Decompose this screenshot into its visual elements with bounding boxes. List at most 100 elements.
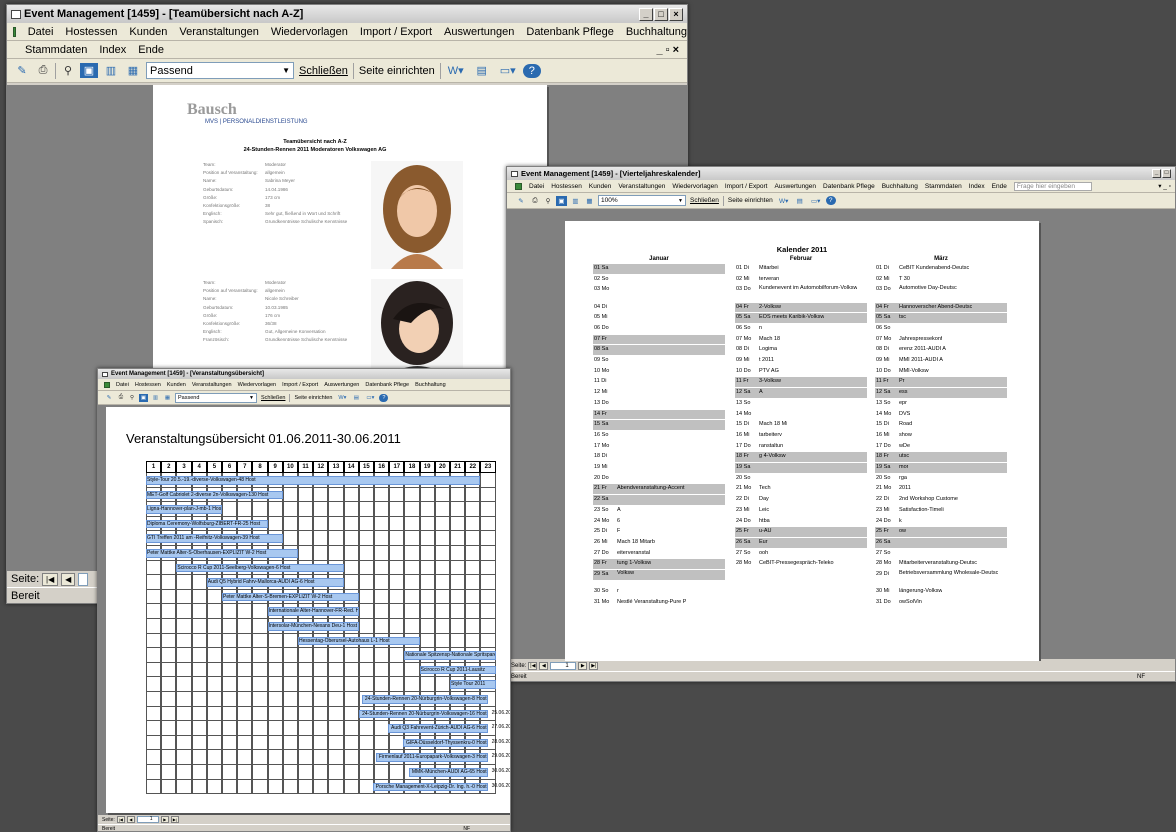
close-preview-button[interactable]: Schließen xyxy=(298,64,349,78)
menu-hostessen[interactable]: Hostessen xyxy=(551,183,582,190)
zoom-icon[interactable]: ⚲ xyxy=(60,63,76,78)
event-bar[interactable]: Internationale Alter-Hannover-FR-Red. Hi… xyxy=(267,607,359,616)
event-bar[interactable]: 24-Stunden-Rennen 20-Nürburgrin-Volkswag… xyxy=(361,695,488,704)
event-bar[interactable]: Nationale Spitzensp-Nationale Spritspare… xyxy=(404,651,496,660)
page-number-input[interactable]: 1 xyxy=(550,662,577,670)
first-page-button[interactable]: |◀ xyxy=(42,572,59,586)
event-bar[interactable]: Peter Mattke Alter-S-Oberhausen-EXPLIZIT… xyxy=(146,549,298,558)
next-page-button[interactable]: ▶ xyxy=(160,816,169,823)
menu-hostessen[interactable]: Hostessen xyxy=(135,382,161,388)
menu-hostessen[interactable]: Hostessen xyxy=(65,26,117,38)
menu-datenbank-pflege[interactable]: Datenbank Pflege xyxy=(365,382,409,388)
maximize-button[interactable]: □ xyxy=(1162,169,1171,178)
event-bar[interactable]: Style-Tour 20.5.-19.-diverse-Volkswagen-… xyxy=(146,476,481,485)
close-preview-button[interactable]: Schließen xyxy=(689,196,720,205)
menu-index[interactable]: Index xyxy=(969,183,985,190)
titlebar[interactable]: Event Management [1459] - [Vierteljahres… xyxy=(507,167,1175,180)
view-icon[interactable]: ✎ xyxy=(104,394,114,402)
menu-buchhaltung[interactable]: Buchhaltung xyxy=(626,26,687,38)
titlebar[interactable]: Event Management [1459] - [Veranstaltung… xyxy=(98,369,510,379)
word-export-icon[interactable]: W▾ xyxy=(336,394,348,402)
menu-veranstaltungen[interactable]: Veranstaltungen xyxy=(192,382,232,388)
two-pages-icon[interactable]: ▥ xyxy=(151,394,160,402)
menu-veranstaltungen[interactable]: Veranstaltungen xyxy=(179,26,259,38)
zoom-select[interactable]: Passend ▼ xyxy=(146,62,294,79)
menu-wiedervorlagen[interactable]: Wiedervorlagen xyxy=(672,183,718,190)
close-preview-button[interactable]: Schließen xyxy=(260,394,286,402)
event-bar[interactable]: Firmenlauf 2011-Europapark-Volkswagen-3 … xyxy=(375,753,488,762)
zoom-icon[interactable]: ⚲ xyxy=(128,394,136,402)
view-icon[interactable]: ✎ xyxy=(13,63,31,78)
menu-ende[interactable]: Ende xyxy=(138,44,164,56)
app-menu-icon[interactable] xyxy=(104,381,110,388)
event-bar[interactable]: Ligna-Hannover-plan-J-mb-1 Host xyxy=(146,505,222,514)
menu-import-export[interactable]: Import / Export xyxy=(725,183,768,190)
mdi-controls[interactable]: ▾ _ ▫ xyxy=(1158,182,1171,190)
page-setup-button[interactable]: Seite einrichten xyxy=(727,196,774,205)
zoom-icon[interactable]: ⚲ xyxy=(543,196,553,206)
zoom-select[interactable]: 100% ▼ xyxy=(598,195,686,206)
event-bar[interactable]: Scirocco R Cup 2011-Seelberg-Volkswagen-… xyxy=(176,563,344,573)
new-object-icon[interactable]: ▭▾ xyxy=(364,394,376,402)
next-page-button[interactable]: ▶ xyxy=(578,662,588,670)
new-object-icon[interactable]: ▭▾ xyxy=(497,63,519,78)
app-menu-icon[interactable] xyxy=(13,26,16,37)
last-page-button[interactable]: ▶| xyxy=(170,816,179,823)
menu-auswertungen[interactable]: Auswertungen xyxy=(324,382,359,388)
page-number-input[interactable] xyxy=(78,572,89,586)
menu-buchhaltung[interactable]: Buchhaltung xyxy=(415,382,446,388)
menu-auswertungen[interactable]: Auswertungen xyxy=(774,183,816,190)
app-menu-icon[interactable] xyxy=(515,182,522,190)
menu-ende[interactable]: Ende xyxy=(992,183,1007,190)
menu-kunden[interactable]: Kunden xyxy=(589,183,611,190)
close-button[interactable]: × xyxy=(669,7,683,21)
word-export-icon[interactable]: W▾ xyxy=(777,196,791,206)
event-bar[interactable]: Audi Q5 Hybrid Fahrv-Mallorca-AUDI AG-6 … xyxy=(206,578,344,587)
menu-stammdaten[interactable]: Stammdaten xyxy=(925,183,962,190)
menu-stammdaten[interactable]: Stammdaten xyxy=(25,44,87,56)
event-bar[interactable]: 24-Stunden-Rennen 20-Nürburgrin-Volkswag… xyxy=(359,709,488,719)
event-bar[interactable]: MMK-München-AUDI AG-65 Host xyxy=(408,768,488,777)
menu-datei[interactable]: Datei xyxy=(28,26,54,38)
maximize-button[interactable]: □ xyxy=(654,7,668,21)
print-icon[interactable]: ⎙ xyxy=(530,196,540,206)
menu-wiedervorlagen[interactable]: Wiedervorlagen xyxy=(271,26,348,38)
prev-page-button[interactable]: ◀ xyxy=(126,816,135,823)
minimize-button[interactable]: _ xyxy=(1152,169,1161,178)
menu-import-export[interactable]: Import / Export xyxy=(282,382,318,388)
event-bar[interactable]: GTI Treffen 2011 am -Reifnitz-Volkswagen… xyxy=(146,534,283,543)
page-number-input[interactable]: 1 xyxy=(136,816,159,823)
event-bar[interactable]: Diploma Ceremony-Wolfsburg-ZIBERT-FR-25 … xyxy=(146,519,268,529)
menu-datei[interactable]: Datei xyxy=(529,183,544,190)
menu-index[interactable]: Index xyxy=(99,44,126,56)
minimize-button[interactable]: _ xyxy=(639,7,653,21)
menu-datenbank-pflege[interactable]: Datenbank Pflege xyxy=(823,183,875,190)
print-icon[interactable]: ⎙ xyxy=(117,393,125,402)
menu-veranstaltungen[interactable]: Veranstaltungen xyxy=(618,183,665,190)
view-icon[interactable]: ✎ xyxy=(515,196,527,206)
menu-kunden[interactable]: Kunden xyxy=(167,382,186,388)
multi-pages-icon[interactable]: ▦ xyxy=(124,63,142,78)
first-page-button[interactable]: |◀ xyxy=(528,662,538,670)
two-pages-icon[interactable]: ▥ xyxy=(102,63,120,78)
new-object-icon[interactable]: ▭▾ xyxy=(809,196,823,206)
help-icon[interactable]: ? xyxy=(379,393,389,402)
event-bar[interactable]: Style Tour 2011 xyxy=(450,680,496,689)
help-icon[interactable]: ? xyxy=(522,63,541,78)
titlebar[interactable]: Event Management [1459] - [Teamübersicht… xyxy=(7,5,687,23)
page-setup-button[interactable]: Seite einrichten xyxy=(358,64,436,78)
help-search-input[interactable]: Frage hier eingeben xyxy=(1013,181,1092,191)
last-page-button[interactable]: ▶| xyxy=(589,662,599,670)
event-bar[interactable]: Porsche Management-X-Leipzig-Dr. Ing. h.… xyxy=(372,782,488,792)
mdi-controls[interactable]: _ ▫ × xyxy=(656,44,679,56)
database-window-icon[interactable]: ▤ xyxy=(351,394,361,402)
prev-page-button[interactable]: ◀ xyxy=(61,572,76,586)
word-export-icon[interactable]: W▾ xyxy=(445,63,467,78)
database-window-icon[interactable]: ▤ xyxy=(794,196,806,206)
menu-datenbank-pflege[interactable]: Datenbank Pflege xyxy=(526,26,613,38)
menu-datei[interactable]: Datei xyxy=(116,382,129,388)
event-bar[interactable]: Audi Q3 Fahrevent-Zürich-AUDI AG-6 Host xyxy=(388,724,488,733)
menu-auswertungen[interactable]: Auswertungen xyxy=(444,26,514,38)
page-setup-button[interactable]: Seite einrichten xyxy=(293,394,333,402)
event-bar[interactable]: Peter Mattke Alter-S-Bremen-EXPLIZIT W-2… xyxy=(222,592,359,602)
